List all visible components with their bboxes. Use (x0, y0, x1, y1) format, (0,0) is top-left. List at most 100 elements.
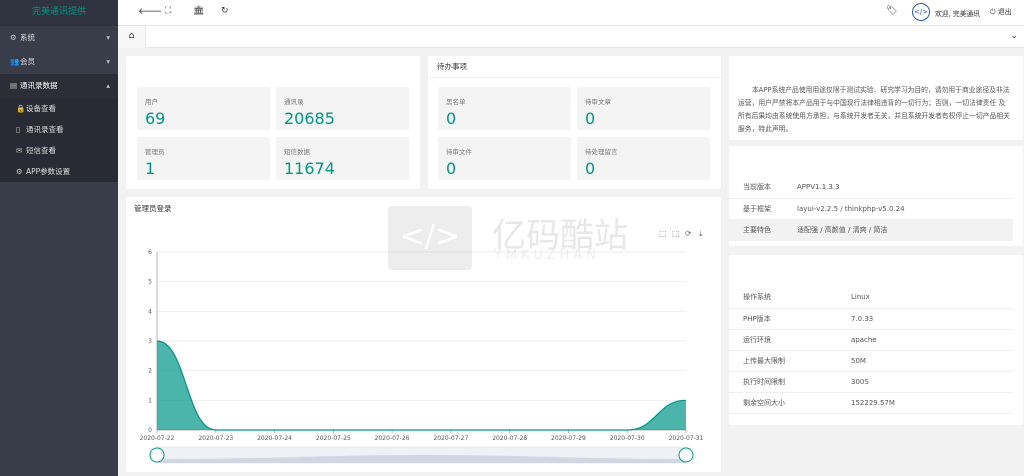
welcome-text[interactable]: 欢迎, 完美通讯 (935, 8, 980, 18)
x-tick-label: 2020-07-29 (551, 435, 586, 442)
table-key: 操作系统 (729, 287, 837, 309)
zoom-handle-right[interactable] (678, 447, 694, 463)
chevron-down-icon: ▾ (106, 33, 110, 42)
address-card-icon: ▤ (10, 81, 18, 90)
stat-admins: 管理员 1 (137, 137, 270, 180)
mail-icon: ✉ (16, 146, 23, 155)
sidebar-item-label: APP参数设置 (26, 167, 71, 176)
stat-value: 0 (446, 109, 457, 128)
table-value: 300S (837, 371, 1013, 393)
logo[interactable]: 完美通讯提供 (0, 0, 118, 26)
x-tick-label: 2020-07-24 (257, 435, 292, 442)
chevron-down-icon[interactable]: ⌄ (1010, 31, 1018, 41)
lock-icon: 🔒 (16, 104, 26, 113)
watermark-subtext: YMKUZHAN (494, 248, 600, 263)
notice-card: 本APP系统产品使用用途仅限于测试实验、研究学习为目的，请勿用于商业途径及非法运… (729, 56, 1023, 140)
table-value: layui-v2.2.5 / thinkphp-v5.0.24 (783, 198, 1013, 220)
watermark-logo-icon: </> (388, 206, 472, 270)
x-tick-label: 2020-07-31 (669, 435, 704, 442)
y-tick-label: 3 (148, 338, 152, 345)
version-table: 当前版本 APPV1.1.3.3 基于框架 layui-v2.2.5 / think… (729, 177, 1013, 241)
stat-label: 待处理留言 (585, 148, 618, 156)
todo-messages[interactable]: 待处理留言 0 (577, 137, 710, 180)
server-table: 操作系统 Linux PHP版本 7.0.33 运行环境 apache 上传最大限制 5… (729, 287, 1013, 414)
table-value: 7.0.33 (837, 308, 1013, 330)
sidebar-item-sms[interactable]: ✉ 短信查看 (0, 140, 118, 161)
sidebar-item-label: 会员 (20, 57, 35, 66)
table-key: 当前版本 (729, 177, 783, 199)
tab-bar: ⌂ ⌄ (118, 26, 1024, 48)
table-key: 上传最大限制 (729, 350, 837, 372)
x-tick-label: 2020-07-22 (140, 435, 175, 442)
table-row: 当前版本 APPV1.1.3.3 (729, 177, 1013, 199)
table-row: 上传最大限制 50M (729, 350, 1013, 372)
table-value: apache (837, 329, 1013, 351)
stat-value: 69 (145, 109, 166, 128)
sidebar-item-label: 通讯录数据 (20, 81, 58, 90)
todo-files[interactable]: 待审文件 0 (438, 137, 571, 180)
stat-label: 短信数据 (284, 148, 310, 156)
notice-text: 本APP系统产品使用用途仅限于测试实验、研究学习为目的，请勿用于商业途径及非法运… (738, 86, 1010, 133)
stat-users: 用户 69 (137, 87, 270, 130)
users-icon: 👥 (10, 57, 20, 66)
table-value: 适配强 / 高颜值 / 清爽 / 简洁 (783, 219, 1013, 241)
tab-home[interactable]: ⌂ (118, 26, 146, 48)
series-line (156, 340, 687, 431)
submenu: 🔒设备查看 ▯ 通讯录查看 ✉ 短信查看 ⚙ APP参数设置 (0, 98, 118, 182)
sidebar-item-contacts-data[interactable]: ▤ 通讯录数据 ▴ (0, 74, 118, 98)
stat-label: 黑名单 (446, 98, 466, 106)
avatar[interactable]: </> (912, 3, 930, 21)
chevron-up-icon: ▴ (106, 81, 110, 90)
table-key: 执行时间限制 (729, 371, 837, 393)
stat-value: 0 (585, 109, 596, 128)
stat-label: 待审文章 (585, 98, 611, 106)
refresh-icon[interactable]: ↻ (221, 6, 229, 16)
sidebar-item-contacts[interactable]: ▯ 通讯录查看 (0, 119, 118, 140)
zoom-handle-left[interactable] (149, 447, 165, 463)
sidebar-item-label: 系统 (20, 33, 35, 42)
table-key: PHP版本 (729, 308, 837, 330)
table-key: 主要特色 (729, 219, 783, 241)
fullscreen-icon[interactable]: ⛶ (165, 6, 171, 16)
y-tick-label: 4 (148, 308, 152, 315)
stat-value: 11674 (284, 159, 335, 178)
version-card: 当前版本 APPV1.1.3.3 基于框架 layui-v2.2.5 / think… (729, 146, 1023, 246)
table-value: APPV1.1.3.3 (783, 177, 1013, 199)
sidebar-item-label: 短信查看 (26, 146, 56, 155)
y-tick-label: 0 (148, 427, 152, 434)
todo-title: 待办事项 (428, 56, 721, 78)
stats-card: 用户 69 通讯录 20685 管理员 1 短信数据 11674 (126, 56, 420, 189)
sidebar-item-devices[interactable]: 🔒设备查看 (0, 98, 118, 119)
topbar: 🡐 ⛶ 🏛 ↻ 🏷 </> 欢迎, 完美通讯 ⏻ 退出 (118, 0, 1024, 26)
stat-value: 20685 (284, 109, 335, 128)
x-tick-label: 2020-07-28 (492, 435, 527, 442)
home-icon: ⌂ (128, 31, 135, 41)
arrow-left-icon[interactable]: 🡐 (138, 6, 162, 17)
sidebar-item-app-settings[interactable]: ⚙ APP参数设置 (0, 161, 118, 182)
x-tick-label: 2020-07-26 (375, 435, 410, 442)
x-tick-label: 2020-07-30 (610, 435, 645, 442)
table-row: 剩余空间大小 152229.57M (729, 392, 1013, 414)
stat-sms: 短信数据 11674 (276, 137, 409, 180)
bank-icon[interactable]: 🏛 (193, 6, 204, 16)
chevron-down-icon: ▾ (106, 57, 110, 66)
todo-card: 待办事项 黑名单 0 待审文章 0 待审文件 0 待处理留言 0 (428, 56, 721, 189)
sidebar-item-members[interactable]: 👥会员 ▾ (0, 50, 118, 74)
series-area (157, 341, 686, 430)
todo-blacklist[interactable]: 黑名单 0 (438, 87, 571, 130)
table-value: 152229.57M (837, 392, 1013, 414)
tag-icon[interactable]: 🏷 (886, 6, 897, 16)
table-value: Linux (837, 287, 1013, 309)
sidebar: 完美通讯提供 ⚙ 系统 ▾ 👥会员 ▾ ▤ 通讯录数据 ▴ 🔒设备查看 ▯ 通讯录查看… (0, 0, 118, 476)
logout-button[interactable]: ⏻ 退出 (990, 7, 1012, 17)
sidebar-item-label: 通讯录查看 (26, 125, 64, 134)
todo-articles[interactable]: 待审文章 0 (577, 87, 710, 130)
sidebar-item-system[interactable]: ⚙ 系统 ▾ (0, 26, 118, 50)
x-tick-label: 2020-07-27 (433, 435, 468, 442)
logout-icon: ⏻ (990, 8, 996, 16)
table-row: 主要特色 适配强 / 高颜值 / 清爽 / 简洁 (729, 219, 1013, 241)
x-tick-label: 2020-07-23 (198, 435, 233, 442)
y-tick-label: 2 (148, 368, 152, 375)
stat-value: 1 (145, 159, 156, 178)
stat-label: 待审文件 (446, 148, 472, 156)
